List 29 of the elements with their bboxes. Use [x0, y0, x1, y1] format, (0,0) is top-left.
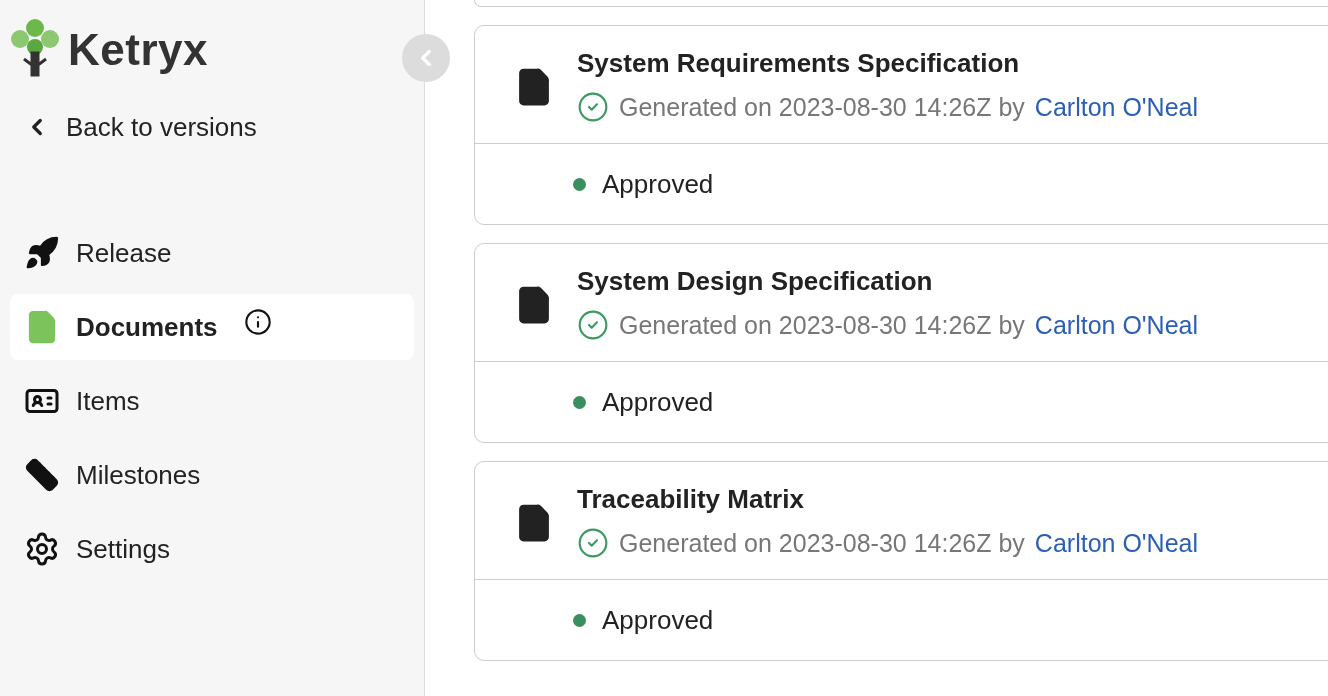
status-text: Approved — [602, 168, 714, 200]
generated-text: Generated on 2023-08-30 14:26Z by — [619, 310, 1025, 340]
nav-item[interactable]: Documents — [10, 294, 414, 360]
author-link[interactable]: Carlton O'Neal — [1034, 310, 1199, 340]
generated-text: Generated on 2023-08-30 14:26Z by — [619, 92, 1025, 122]
check-circle-icon — [577, 91, 609, 123]
author-link[interactable]: Carlton O'Neal — [1034, 92, 1199, 122]
info-icon[interactable] — [243, 308, 272, 336]
generated-text: Generated on 2023-08-30 14:26Z by — [619, 528, 1025, 558]
status-text: Approved — [602, 604, 714, 636]
nav-item[interactable]: Settings — [10, 516, 414, 582]
nav-item[interactable]: Items — [10, 368, 414, 434]
document-title[interactable]: Traceability Matrix — [577, 484, 1199, 515]
settings-icon — [24, 531, 60, 567]
document-title[interactable]: System Requirements Specification — [577, 48, 1199, 79]
status-text: Approved — [602, 386, 714, 418]
check-circle-icon — [577, 527, 609, 559]
back-link[interactable]: Back to versions — [10, 102, 257, 152]
status-dot — [573, 613, 586, 627]
nav-item[interactable]: Milestones — [10, 442, 414, 508]
ruler-icon — [24, 457, 60, 493]
document-title[interactable]: System Design Specification — [577, 266, 1199, 297]
rocket-icon — [24, 235, 60, 271]
check-circle-icon — [577, 309, 609, 341]
brand-name: Ketryx — [68, 25, 208, 75]
status-dot — [573, 177, 586, 191]
nav-item[interactable]: Release — [10, 220, 414, 286]
author-link[interactable]: Carlton O'Neal — [1034, 528, 1199, 558]
status-dot — [573, 395, 586, 409]
